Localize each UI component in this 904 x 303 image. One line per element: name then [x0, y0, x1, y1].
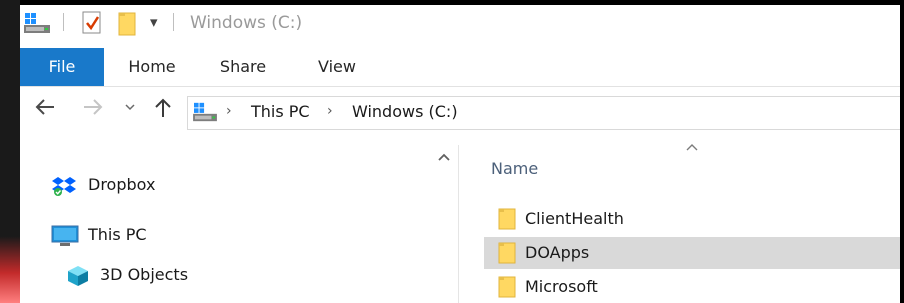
folder-icon: [498, 242, 516, 264]
nav-item-dropbox[interactable]: Dropbox: [48, 170, 348, 200]
file-row-microsoft[interactable]: Microsoft: [484, 271, 900, 303]
file-list-pane: Name ClientHealth DOApps Microsoft: [460, 135, 900, 303]
navigation-bar: › This PC › Windows (C:): [20, 87, 900, 135]
file-row-clienthealth[interactable]: ClientHealth: [484, 203, 900, 235]
properties-icon[interactable]: [81, 11, 103, 39]
tab-home[interactable]: Home: [112, 48, 192, 86]
file-name: ClientHealth: [525, 209, 624, 228]
file-name: Microsoft: [525, 277, 598, 296]
sort-ascending-icon: [686, 139, 698, 155]
file-row-doapps[interactable]: DOApps: [484, 237, 900, 269]
ribbon-tabs: File Home Share View: [20, 48, 900, 86]
drive-icon: [23, 11, 51, 39]
customize-qat-dropdown-icon[interactable]: ▾: [150, 13, 158, 31]
breadcrumb-windows-c[interactable]: Windows (C:): [352, 102, 458, 121]
folder-icon: [498, 276, 516, 298]
forward-arrow-icon[interactable]: [82, 97, 104, 122]
folder-icon: [498, 208, 516, 230]
pane-splitter[interactable]: [458, 145, 459, 303]
nav-scroll-up-icon[interactable]: [433, 145, 455, 169]
breadcrumb-separator-icon[interactable]: ›: [327, 103, 333, 119]
file-name: DOApps: [525, 243, 590, 262]
3d-objects-icon: [66, 265, 90, 291]
tab-share[interactable]: Share: [208, 48, 278, 86]
new-folder-icon[interactable]: [117, 11, 139, 41]
nav-item-label: Dropbox: [88, 175, 156, 194]
dropbox-icon: [51, 175, 77, 201]
nav-item-this-pc[interactable]: This PC: [48, 220, 348, 250]
window-title: Windows (C:): [190, 13, 303, 33]
drive-icon: [192, 101, 218, 127]
tab-view[interactable]: View: [302, 48, 372, 86]
computer-icon: [51, 225, 79, 251]
nav-item-3d-objects[interactable]: 3D Objects: [64, 260, 364, 290]
tab-file[interactable]: File: [20, 48, 104, 86]
back-arrow-icon[interactable]: [34, 97, 56, 122]
breadcrumb-separator-icon[interactable]: ›: [226, 103, 232, 119]
address-bar[interactable]: › This PC › Windows (C:): [187, 96, 900, 130]
breadcrumb-this-pc[interactable]: This PC: [251, 102, 310, 121]
file-explorer-window: ▾ Windows (C:) File Home Share View › Th…: [20, 5, 900, 303]
navigation-pane: Dropbox This PC 3D Objects: [20, 145, 450, 303]
desktop-background: [0, 0, 20, 303]
recent-locations-chevron-icon[interactable]: [124, 97, 136, 122]
up-arrow-icon[interactable]: [153, 97, 173, 124]
qat-separator: [63, 13, 64, 31]
title-separator: [173, 13, 174, 31]
column-header-name[interactable]: Name: [491, 159, 538, 178]
title-bar: ▾ Windows (C:): [20, 5, 900, 45]
nav-item-label: This PC: [88, 225, 147, 244]
nav-item-label: 3D Objects: [100, 265, 189, 284]
